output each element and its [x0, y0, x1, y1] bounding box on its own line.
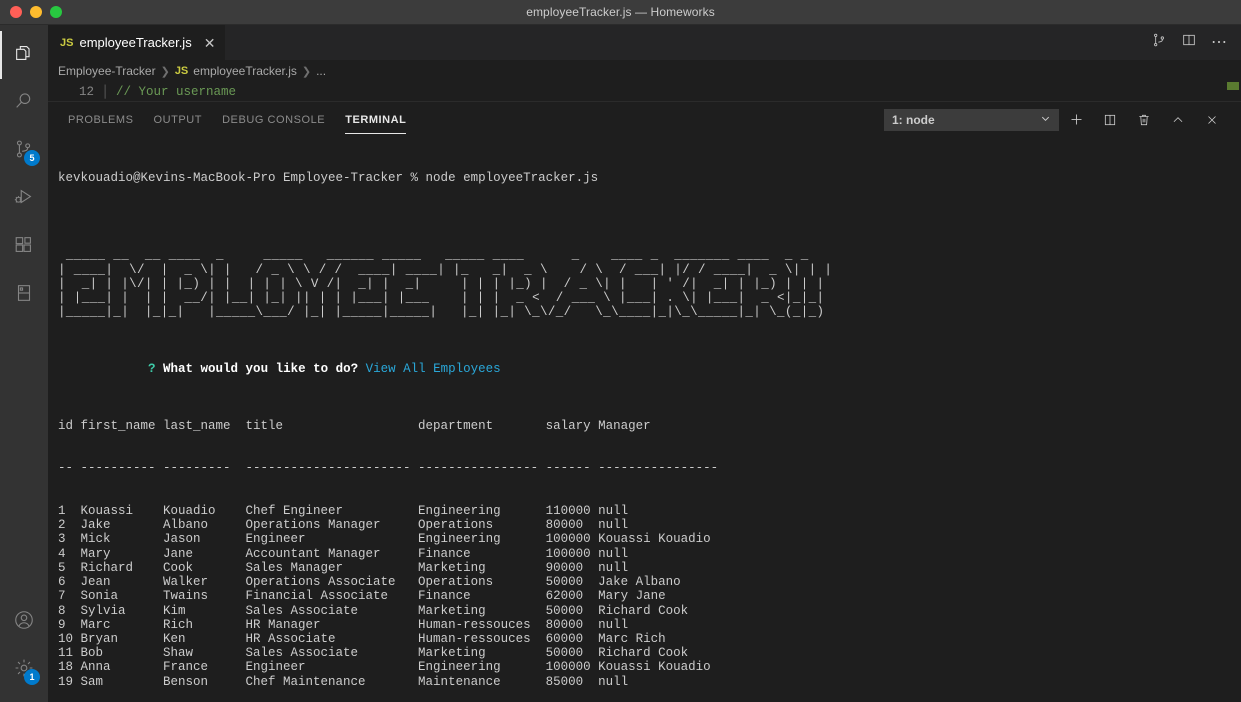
table-row: 7 Sonia Twains Financial Associate Finan…	[58, 589, 666, 604]
activity-bar: 5 1	[0, 25, 48, 702]
sidebar-item-extensions[interactable]	[0, 223, 48, 271]
table-row: 8 Sylvia Kim Sales Associate Marketing 5…	[58, 603, 689, 618]
extensions-icon	[13, 234, 35, 261]
table-row: 9 Marc Rich HR Manager Human-ressouces 8…	[58, 617, 629, 632]
table-header-row: id first_name last_name title department…	[58, 418, 651, 433]
split-terminal-button[interactable]	[1093, 106, 1127, 134]
vscode-window: employeeTracker.js — Homeworks 5 1 JS em…	[0, 0, 1241, 702]
code-line-text: // Your username	[116, 84, 237, 99]
sidebar-item-search[interactable]	[0, 79, 48, 127]
editor-tab-employeetracker[interactable]: JS employeeTracker.js ✕	[48, 25, 227, 60]
editor-actions: ⋯	[1151, 25, 1241, 60]
minimap-marker[interactable]	[1227, 82, 1239, 90]
maximize-panel-button[interactable]	[1161, 106, 1195, 134]
js-file-icon: JS	[60, 36, 74, 49]
more-actions-icon[interactable]: ⋯	[1211, 34, 1227, 51]
ascii-banner: _____ __ __ ____ _ _____ ______ _____ __…	[58, 248, 833, 320]
breadcrumb-js-icon: JS	[174, 65, 189, 77]
panel-actions: 1: node	[884, 106, 1229, 134]
tab-terminal[interactable]: TERMINAL	[335, 102, 416, 137]
sidebar-item-explorer[interactable]	[0, 31, 48, 79]
panel-header: PROBLEMS OUTPUT DEBUG CONSOLE TERMINAL 1…	[48, 102, 1241, 137]
editor-visible-line[interactable]: 12 │ // Your username	[48, 82, 1241, 101]
split-editor-icon[interactable]	[1151, 32, 1167, 53]
table-row: 4 Mary Jane Accountant Manager Finance 1…	[58, 546, 629, 561]
editor-tab-label: employeeTracker.js	[79, 35, 192, 50]
breadcrumb-ellipsis[interactable]: ...	[316, 64, 326, 78]
activity-bar-bottom-group: 1	[0, 598, 48, 694]
table-row: 3 Mick Jason Engineer Engineering 100000…	[58, 532, 711, 547]
activity-bar-top-group: 5	[0, 31, 48, 319]
source-control-badge: 5	[24, 150, 40, 166]
sidebar-item-remote-explorer[interactable]	[0, 271, 48, 319]
table-row: 10 Bryan Ken HR Associate Human-ressouce…	[58, 631, 666, 646]
question-1-text: What would you like to do?	[163, 362, 359, 377]
terminal-prompt-line: kevkouadio@Kevins-MacBook-Pro Employee-T…	[58, 171, 599, 186]
chevron-right-icon-2: ❯	[301, 65, 312, 78]
sidebar-item-accounts[interactable]	[0, 598, 48, 646]
line-number: 12	[78, 84, 94, 99]
search-icon	[13, 90, 35, 117]
table-row: 5 Richard Cook Sales Manager Marketing 9…	[58, 560, 629, 575]
question-1: ? What would you like to do? View All Em…	[58, 348, 1241, 391]
table-row: 1 Kouassi Kouadio Chef Engineer Engineer…	[58, 504, 629, 519]
window-title: employeeTracker.js — Homeworks	[526, 5, 715, 19]
editor-area: JS employeeTracker.js ✕ ⋯ Employee-Track…	[48, 25, 1241, 702]
sidebar-item-manage-settings[interactable]: 1	[0, 646, 48, 694]
files-icon	[13, 42, 35, 69]
table-row: 11 Bob Shaw Sales Associate Marketing 50…	[58, 646, 689, 661]
close-window-button[interactable]	[10, 6, 22, 18]
new-terminal-button[interactable]	[1059, 106, 1093, 134]
close-panel-button[interactable]	[1195, 106, 1229, 134]
minimize-window-button[interactable]	[30, 6, 42, 18]
tab-problems[interactable]: PROBLEMS	[58, 102, 144, 137]
workbench: 5 1 JS employeeTracker.js ✕ ⋯ Employee-T…	[0, 25, 1241, 702]
prompt-marker-1: ?	[148, 362, 156, 377]
breadcrumb[interactable]: Employee-Tracker ❯ JS employeeTracker.js…	[48, 60, 1241, 82]
terminal-spacer	[58, 214, 1241, 220]
breadcrumb-folder[interactable]: Employee-Tracker	[58, 64, 156, 78]
breadcrumb-file[interactable]: employeeTracker.js	[193, 64, 297, 78]
editor-tab-bar: JS employeeTracker.js ✕ ⋯	[48, 25, 1241, 60]
window-controls[interactable]	[0, 6, 62, 18]
tab-output[interactable]: OUTPUT	[144, 102, 213, 137]
panel-tab-list: PROBLEMS OUTPUT DEBUG CONSOLE TERMINAL	[58, 102, 416, 137]
fold-gutter: │	[101, 84, 109, 99]
settings-badge: 1	[24, 669, 40, 685]
table-body: 1 Kouassi Kouadio Chef Engineer Engineer…	[58, 504, 1241, 689]
table-row: 18 Anna France Engineer Engineering 1000…	[58, 660, 711, 675]
account-icon	[13, 609, 35, 636]
chevron-down-icon	[1040, 113, 1051, 127]
remote-explorer-icon	[13, 282, 35, 309]
table-separator-row: -- ---------- --------- ----------------…	[58, 461, 719, 476]
question-1-answer: View All Employees	[365, 362, 501, 377]
tab-debug-console[interactable]: DEBUG CONSOLE	[212, 102, 335, 137]
maximize-window-button[interactable]	[50, 6, 62, 18]
chevron-right-icon: ❯	[160, 65, 170, 78]
split-editor-right-icon[interactable]	[1181, 32, 1197, 53]
kill-terminal-button[interactable]	[1127, 106, 1161, 134]
bottom-panel: PROBLEMS OUTPUT DEBUG CONSOLE TERMINAL 1…	[48, 101, 1241, 702]
terminal-selector-value: 1: node	[892, 112, 935, 127]
sidebar-item-source-control[interactable]: 5	[0, 127, 48, 175]
terminal-output[interactable]: kevkouadio@Kevins-MacBook-Pro Employee-T…	[48, 137, 1241, 702]
sidebar-item-run-and-debug[interactable]	[0, 175, 48, 223]
table-row: 19 Sam Benson Chef Maintenance Maintenan…	[58, 674, 629, 689]
run-debug-icon	[13, 186, 35, 213]
title-bar: employeeTracker.js — Homeworks	[0, 0, 1241, 25]
table-row: 6 Jean Walker Operations Associate Opera…	[58, 575, 681, 590]
close-icon[interactable]: ✕	[204, 36, 216, 50]
terminal-selector-dropdown[interactable]: 1: node	[884, 108, 1059, 131]
table-row: 2 Jake Albano Operations Manager Operati…	[58, 518, 629, 533]
